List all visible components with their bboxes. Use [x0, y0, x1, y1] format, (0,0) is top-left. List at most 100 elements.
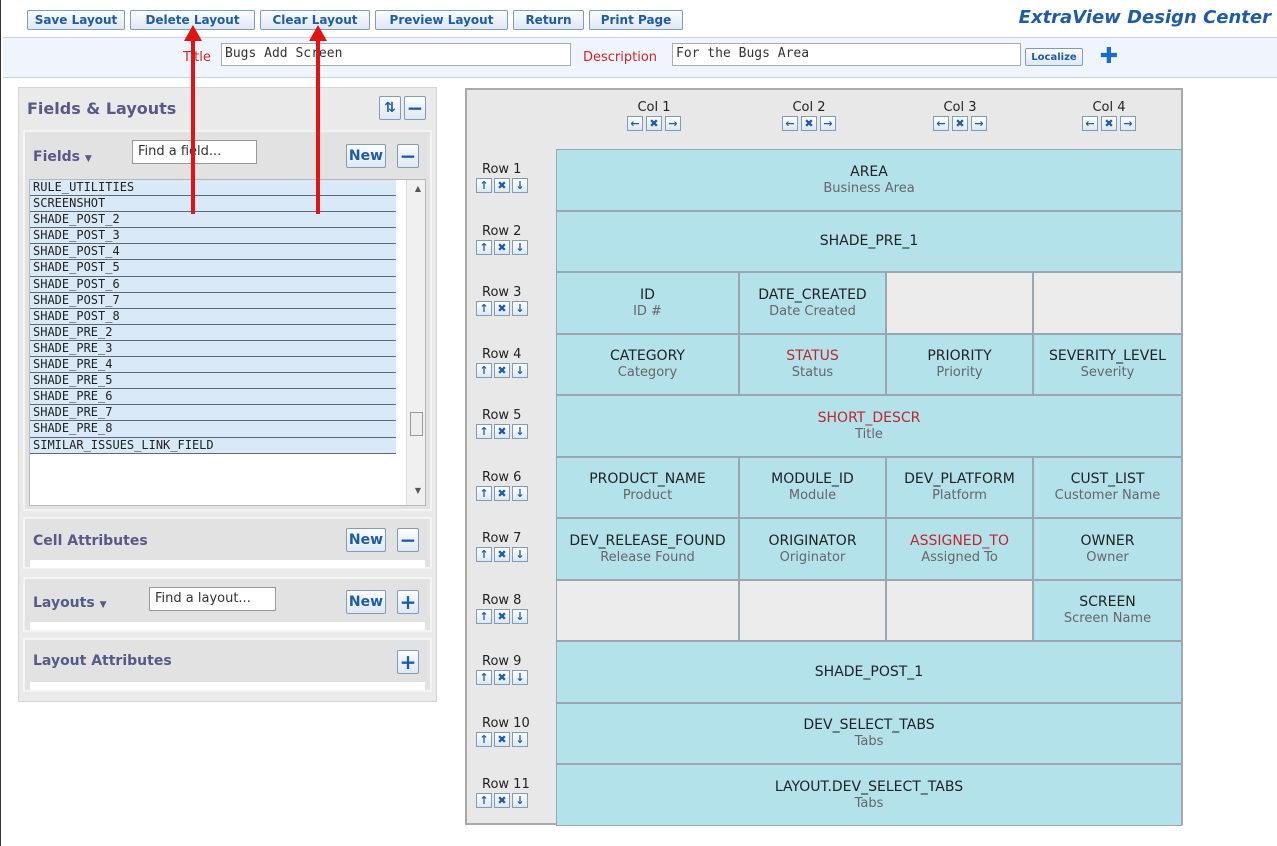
grid-cell[interactable]: CATEGORY Category [556, 333, 739, 395]
print-page-button[interactable]: Print Page [589, 10, 683, 30]
save-layout-button[interactable]: Save Layout [27, 10, 125, 30]
field-list-item[interactable]: SHADE_PRE_4 [30, 357, 396, 374]
field-list-item[interactable]: SHADE_PRE_2 [30, 324, 396, 341]
field-list-item[interactable]: SIMILAR_ISSUES_LINK_FIELD [30, 437, 396, 454]
move-up-icon[interactable]: ↑ [476, 608, 492, 624]
grid-cell[interactable]: PRIORITY Priority [886, 333, 1033, 395]
move-up-icon[interactable]: ↑ [476, 485, 492, 501]
field-list-item[interactable]: SHADE_POST_5 [30, 260, 396, 277]
delete-row-icon[interactable]: ✖ [494, 547, 510, 562]
cell-attributes-header[interactable]: Cell Attributes [33, 533, 148, 549]
scroll-up-icon[interactable]: ▲ [415, 184, 421, 193]
move-right-icon[interactable]: → [1120, 116, 1136, 131]
move-up-icon[interactable]: ↑ [476, 424, 492, 439]
collapse-cell-attributes-button[interactable]: − [397, 528, 419, 552]
return-button[interactable]: Return [513, 10, 584, 30]
new-field-button[interactable]: New [346, 144, 386, 168]
delete-row-icon[interactable]: ✖ [494, 301, 510, 316]
empty-grid-cell[interactable] [556, 579, 739, 641]
move-right-icon[interactable]: → [665, 116, 681, 131]
collapse-fields-button[interactable]: − [397, 144, 419, 168]
field-list-item[interactable]: SHADE_POST_4 [30, 244, 396, 261]
grid-cell[interactable]: LAYOUT.DEV_SELECT_TABS Tabs [556, 764, 1182, 826]
new-layout-button[interactable]: New [346, 590, 386, 614]
field-list-item[interactable]: RULE_UTILITIES [30, 180, 396, 197]
move-up-icon[interactable]: ↑ [476, 670, 492, 685]
move-up-icon[interactable]: ↑ [476, 731, 492, 747]
move-down-icon[interactable]: ↓ [512, 731, 528, 747]
field-list-item[interactable]: SHADE_PRE_3 [30, 340, 396, 358]
plus-icon[interactable]: ✚ [1099, 46, 1119, 68]
field-list-item[interactable]: SHADE_POST_3 [30, 228, 396, 245]
move-down-icon[interactable]: ↓ [512, 239, 528, 255]
delete-column-icon[interactable]: ✖ [952, 116, 968, 131]
move-down-icon[interactable]: ↓ [512, 301, 528, 316]
grid-cell[interactable]: ORIGINATOR Originator [739, 518, 886, 580]
empty-grid-cell[interactable] [739, 579, 886, 641]
move-left-icon[interactable]: ← [782, 116, 798, 131]
expand-layout-attributes-button[interactable]: + [397, 650, 419, 674]
grid-cell[interactable]: AREA Business Area [556, 149, 1182, 211]
move-down-icon[interactable]: ↓ [512, 424, 528, 439]
move-up-icon[interactable]: ↑ [476, 301, 492, 316]
move-right-icon[interactable]: → [971, 116, 987, 131]
field-list-item[interactable]: SHADE_POST_6 [30, 276, 396, 293]
delete-column-icon[interactable]: ✖ [801, 116, 817, 131]
scroll-down-icon[interactable]: ▼ [415, 486, 421, 495]
move-down-icon[interactable]: ↓ [512, 178, 528, 193]
fields-header[interactable]: Fields ▼ [33, 149, 92, 165]
delete-row-icon[interactable]: ✖ [494, 731, 510, 747]
new-cell-attribute-button[interactable]: New [346, 528, 386, 552]
expand-layouts-button[interactable]: + [397, 590, 419, 614]
move-down-icon[interactable]: ↓ [512, 485, 528, 501]
grid-cell[interactable]: ID ID # [556, 272, 739, 334]
grid-cell[interactable]: DEV_PLATFORM Platform [886, 456, 1033, 518]
empty-grid-cell[interactable] [886, 272, 1033, 334]
delete-row-icon[interactable]: ✖ [494, 608, 510, 624]
grid-cell[interactable]: SCREEN Screen Name [1033, 579, 1182, 641]
delete-row-icon[interactable]: ✖ [494, 239, 510, 255]
move-up-icon[interactable]: ↑ [476, 239, 492, 255]
grid-cell[interactable]: DEV_RELEASE_FOUND Release Found [556, 518, 739, 580]
field-list-item[interactable]: SHADE_PRE_6 [30, 389, 396, 406]
field-list-item[interactable]: SCREENSHOT [30, 196, 396, 213]
layout-attributes-header[interactable]: Layout Attributes [33, 653, 172, 669]
field-list-item[interactable]: SHADE_PRE_8 [30, 421, 396, 438]
layouts-header[interactable]: Layouts ▼ [33, 595, 106, 611]
grid-cell[interactable]: DATE_CREATED Date Created [739, 272, 886, 334]
delete-row-icon[interactable]: ✖ [494, 424, 510, 439]
field-list-item[interactable]: SHADE_POST_7 [30, 292, 396, 309]
empty-grid-cell[interactable] [1033, 272, 1182, 334]
field-list-item[interactable]: SHADE_PRE_5 [30, 373, 396, 390]
delete-row-icon[interactable]: ✖ [494, 178, 510, 193]
delete-row-icon[interactable]: ✖ [494, 362, 510, 378]
delete-column-icon[interactable]: ✖ [646, 116, 662, 131]
grid-cell[interactable]: SEVERITY_LEVEL Severity [1033, 333, 1182, 395]
move-right-icon[interactable]: → [820, 116, 836, 131]
delete-column-icon[interactable]: ✖ [1101, 116, 1117, 131]
move-down-icon[interactable]: ↓ [512, 608, 528, 624]
localize-button[interactable]: Localize [1025, 48, 1083, 66]
grid-cell[interactable]: CUST_LIST Customer Name [1033, 456, 1182, 518]
grid-cell[interactable]: PRODUCT_NAME Product [556, 456, 739, 518]
delete-row-icon[interactable]: ✖ [494, 793, 510, 808]
preview-layout-button[interactable]: Preview Layout [375, 10, 508, 30]
move-down-icon[interactable]: ↓ [512, 547, 528, 562]
grid-cell[interactable]: ASSIGNED_TO Assigned To [886, 518, 1033, 580]
move-left-icon[interactable]: ← [627, 116, 643, 131]
move-up-icon[interactable]: ↑ [476, 362, 492, 378]
delete-row-icon[interactable]: ✖ [494, 670, 510, 685]
move-down-icon[interactable]: ↓ [512, 793, 528, 808]
find-layout-input[interactable]: Find a layout... [149, 587, 276, 611]
grid-cell[interactable]: SHADE_PRE_1 [556, 210, 1182, 272]
grid-cell[interactable]: MODULE_ID Module [739, 456, 886, 518]
field-list[interactable]: RULE_UTILITIES SCREENSHOT SHADE_POST_2 SHAD… [29, 179, 426, 506]
move-up-icon[interactable]: ↑ [476, 178, 492, 193]
field-list-item[interactable]: SHADE_POST_8 [30, 308, 396, 325]
grid-cell[interactable]: DEV_SELECT_TABS Tabs [556, 702, 1182, 764]
title-input[interactable]: Bugs Add Screen [221, 43, 571, 66]
field-list-scrollbar[interactable]: ▲ ▼ [406, 180, 425, 505]
move-up-icon[interactable]: ↑ [476, 793, 492, 808]
grid-cell[interactable]: OWNER Owner [1033, 518, 1182, 580]
refresh-icon[interactable]: ⇅ [379, 96, 401, 120]
